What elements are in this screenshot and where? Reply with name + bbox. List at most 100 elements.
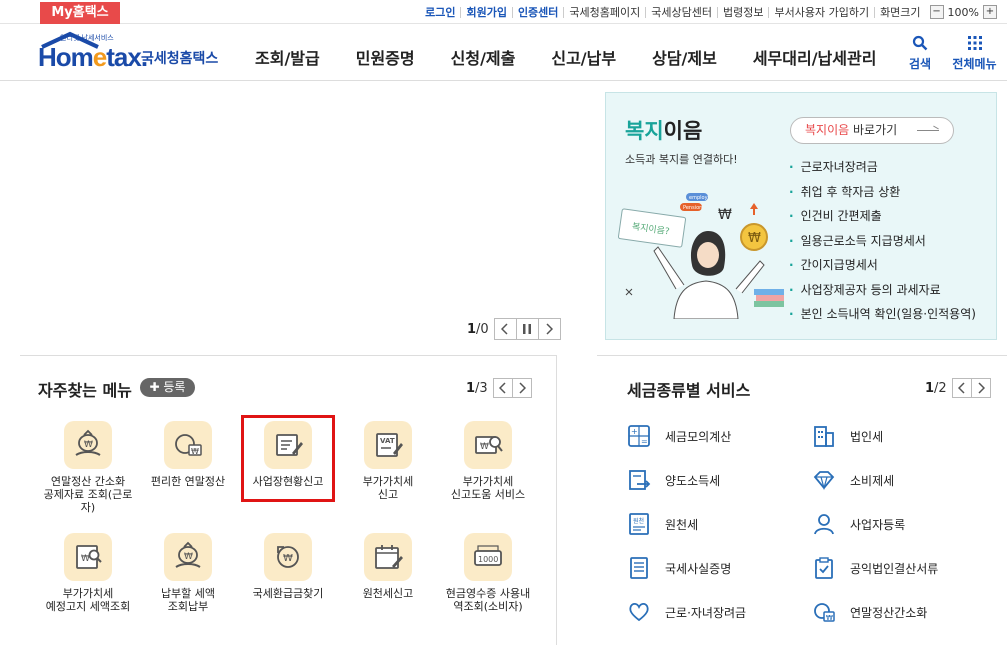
svg-text:=: = xyxy=(641,437,648,446)
nav-tax-agent[interactable]: 세무대리/납세관리 xyxy=(753,45,877,69)
person-icon xyxy=(814,514,834,535)
banner-go-button[interactable]: 복지이음 바로가기 xyxy=(790,117,954,144)
svc-public-corp-settlement[interactable]: 공익법인결산서류 xyxy=(812,556,938,580)
tile-label[interactable]: 부가가치세 예정고지 세액조회 xyxy=(38,587,138,613)
banner-subtitle: 소득과 복지를 연결하다! xyxy=(625,153,738,166)
nav-consult-report[interactable]: 상담/제보 xyxy=(652,45,717,69)
won-doc-search-icon: ₩ xyxy=(76,545,102,569)
svc-label: 원천세 xyxy=(665,517,699,532)
consult-center-link[interactable]: 국세상담센터 xyxy=(645,6,717,18)
banner-item[interactable]: 근로자녀장려금 xyxy=(789,155,976,180)
tile-label[interactable]: 납부할 세액 조회납부 xyxy=(138,587,238,613)
cert-center-link[interactable]: 인증센터 xyxy=(511,6,563,18)
won-chat-icon: ₩ xyxy=(814,603,835,622)
tile-withholding-report[interactable] xyxy=(364,533,412,581)
slider-prev-button[interactable] xyxy=(493,318,517,340)
banner-item-list: 근로자녀장려금 취업 후 학자금 상환 인건비 간편제출 일용근로소득 지급명세… xyxy=(789,155,976,327)
tile-label[interactable]: 연말정산 간소화 공제자료 조회(근로 자) xyxy=(38,475,138,514)
transfer-doc-icon xyxy=(629,470,651,490)
tile-cash-receipt-inquiry[interactable]: 1000 xyxy=(464,533,512,581)
svg-text:+: + xyxy=(631,427,638,436)
tile-vat-report[interactable]: VAT xyxy=(364,421,412,469)
tax-service-prev-button[interactable] xyxy=(951,378,972,398)
plus-icon: ✚ xyxy=(149,380,164,394)
search-label: 검색 xyxy=(908,57,932,71)
chevron-right-icon xyxy=(546,323,554,335)
all-menu-button[interactable]: 전체메뉴 xyxy=(947,33,1002,72)
tax-service-pager: 1/2 xyxy=(925,378,991,398)
hometax-logo[interactable]: 인터넷 납세서비스 Hometax. 국세청홈택스 xyxy=(38,31,228,73)
svc-tax-simulation[interactable]: + = 세금모의계산 xyxy=(627,424,731,448)
frequent-menu-add-button[interactable]: ✚ 등록 xyxy=(140,378,195,397)
chevron-right-icon xyxy=(978,382,985,394)
tile-tax-due-payment[interactable]: ₩ xyxy=(164,533,212,581)
login-link[interactable]: 로그인 xyxy=(420,7,460,18)
svg-text:₩: ₩ xyxy=(748,231,761,246)
tile-label[interactable]: 국세환급금찾기 xyxy=(238,587,338,600)
tile-easy-year-end[interactable]: ₩ xyxy=(164,421,212,469)
svg-text:employ: employ xyxy=(689,195,708,201)
banner-item[interactable]: 간이지급명세서 xyxy=(789,253,976,278)
svc-label: 국세사실증명 xyxy=(665,561,732,576)
slider-next-button[interactable] xyxy=(537,318,561,340)
nav-report-pay[interactable]: 신고/납부 xyxy=(551,45,616,69)
nts-homepage-link[interactable]: 국세청홈페이지 xyxy=(563,6,645,18)
logo-nts-text: 국세청홈택스 xyxy=(141,51,219,67)
dept-user-signup-link[interactable]: 부서사용자 가입하기 xyxy=(768,6,874,18)
tax-service-next-button[interactable] xyxy=(970,378,991,398)
svg-text:₩: ₩ xyxy=(283,553,293,564)
svc-tax-fact-certificate[interactable]: 국세사실증명 xyxy=(627,556,731,580)
frequent-menu-prev-button[interactable] xyxy=(492,378,513,398)
svc-consumption-tax[interactable]: 소비제세 xyxy=(812,468,894,492)
receipt-1000-icon: 1000 xyxy=(474,545,502,566)
tax-service-page-indicator: 1/2 xyxy=(925,380,947,396)
svc-business-registration[interactable]: 사업자등록 xyxy=(812,512,905,536)
svc-label: 사업자등록 xyxy=(850,517,906,532)
banner-item[interactable]: 일용근로소득 지급명세서 xyxy=(789,229,976,254)
banner-item[interactable]: 취업 후 학자금 상환 xyxy=(789,180,976,205)
search-button[interactable]: 검색 xyxy=(905,33,935,72)
banner-title: 복지이음 xyxy=(625,119,703,143)
nav-inquiry-issuance[interactable]: 조회/발급 xyxy=(255,45,320,69)
welfare-banner[interactable]: 복지이음 소득과 복지를 연결하다! 복지이음 바로가기 근로자녀장려금 취업 … xyxy=(605,92,997,340)
slider-page-indicator: 1/0 xyxy=(467,321,489,337)
banner-item[interactable]: 인건비 간편제출 xyxy=(789,204,976,229)
svc-capital-gains-tax[interactable]: 양도소득세 xyxy=(627,468,720,492)
svc-corporate-tax[interactable]: 법인세 xyxy=(812,424,883,448)
tile-year-end-simplified[interactable]: ₩ xyxy=(64,421,112,469)
frequent-menu-page-indicator: 1/3 xyxy=(466,380,488,396)
svg-text:₩: ₩ xyxy=(84,440,93,450)
tile-label[interactable]: 원천세신고 xyxy=(338,587,438,600)
banner-item[interactable]: 사업장제공자 등의 과세자료 xyxy=(789,278,976,303)
svc-withholding-tax[interactable]: 원천 원천세 xyxy=(627,512,698,536)
law-info-link[interactable]: 법령정보 xyxy=(717,6,768,18)
nav-apply-submit[interactable]: 신청/제출 xyxy=(451,45,516,69)
signup-link[interactable]: 회원가입 xyxy=(460,6,511,18)
my-hometax-tab[interactable]: My홈택스 xyxy=(40,2,120,24)
zoom-in-button[interactable]: + xyxy=(983,5,997,19)
calculator-icon: += xyxy=(628,425,650,447)
tile-tax-refund-search[interactable]: ₩ xyxy=(264,533,312,581)
tile-vat-help-service[interactable]: ₩ xyxy=(464,421,512,469)
tile-label[interactable]: 편리한 연말정산 xyxy=(138,475,238,488)
zoom-out-button[interactable]: − xyxy=(929,5,944,19)
main-slider-controls: 1/0 xyxy=(467,318,561,340)
svg-text:Pension: Pension xyxy=(683,205,702,211)
screen-size-label: 화면크기 xyxy=(874,6,925,18)
svc-year-end-simplified[interactable]: ₩ 연말정산간소화 xyxy=(812,600,927,624)
tile-label[interactable]: 부가가치세 신고도움 서비스 xyxy=(438,475,538,501)
logo-wordmark: Hometax. xyxy=(38,42,148,72)
tile-label[interactable]: 현금영수증 사용내 역조회(소비자) xyxy=(438,587,538,613)
chevron-left-icon xyxy=(501,323,508,335)
nav-civil-certificates[interactable]: 민원증명 xyxy=(356,45,415,69)
frequent-menu-title: 자주찾는 메뉴 xyxy=(38,381,132,400)
tile-vat-scheduled-notice[interactable]: ₩ xyxy=(64,533,112,581)
tile-label[interactable]: 부가가치세 신고 xyxy=(338,475,438,501)
svg-text:1000: 1000 xyxy=(478,555,498,564)
banner-item[interactable]: 본인 소득내역 확인(일용·인적용역) xyxy=(789,302,976,327)
bag-hand-icon: ₩ xyxy=(75,429,101,456)
frequent-menu-next-button[interactable] xyxy=(511,378,532,398)
svc-earned-child-credit[interactable]: 근로·자녀장려금 xyxy=(627,600,746,624)
slider-pause-button[interactable] xyxy=(515,318,539,340)
zoom-control: − 100% + xyxy=(929,5,997,19)
